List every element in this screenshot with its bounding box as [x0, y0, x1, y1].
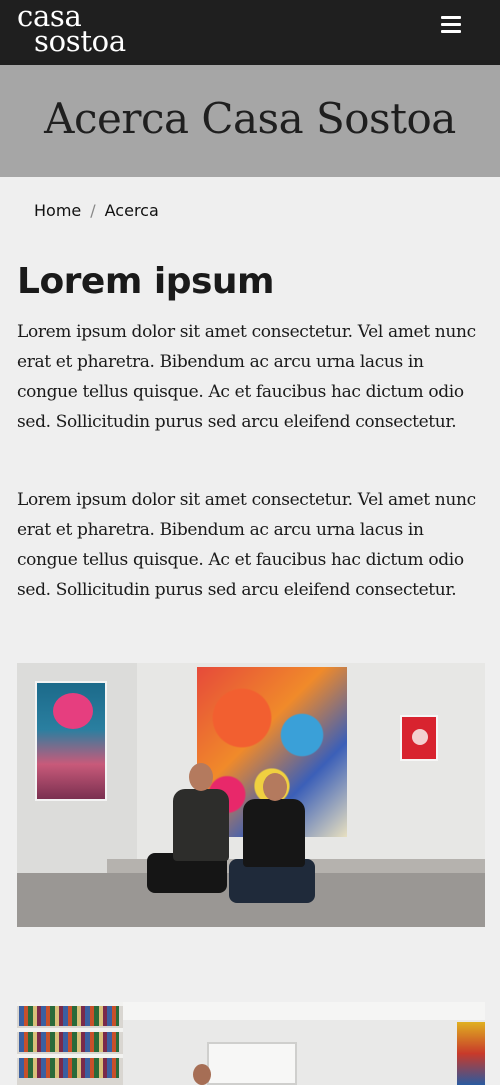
page-banner: Acerca Casa Sostoa: [0, 65, 500, 177]
hamburger-menu-icon[interactable]: [439, 13, 463, 35]
paragraph-2: Lorem ipsum dolor sit amet consectetur. …: [17, 490, 476, 600]
gallery-photo-interior: [17, 1002, 485, 1085]
breadcrumb-current: Acerca: [104, 201, 159, 220]
breadcrumb-home-link[interactable]: Home: [34, 201, 81, 220]
gallery-photo-owners: [17, 663, 485, 927]
breadcrumb: Home / Acerca: [34, 200, 159, 222]
artwork-left: [35, 681, 107, 801]
page-title: Acerca Casa Sostoa: [44, 94, 456, 143]
breadcrumb-separator: /: [90, 201, 96, 220]
artwork-right-edge: [457, 1022, 485, 1085]
site-logo[interactable]: casa sostoa: [17, 2, 126, 58]
bookshelf: [17, 1002, 123, 1085]
section-heading: Lorem ipsum: [17, 261, 275, 302]
paragraph-1: Lorem ipsum dolor sit amet consectetur. …: [17, 322, 476, 432]
site-header: casa sostoa: [0, 0, 500, 65]
artwork-small-red: [400, 715, 438, 761]
logo-line-2: sostoa: [34, 24, 126, 58]
